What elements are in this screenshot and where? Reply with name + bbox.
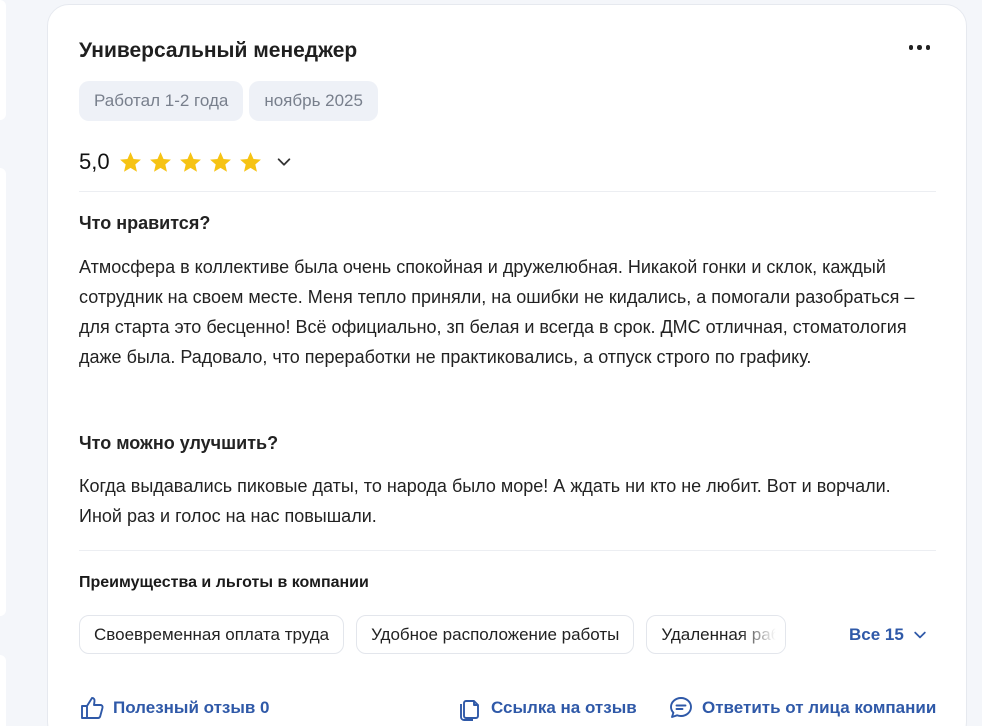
rating-value: 5,0 — [79, 149, 110, 174]
review-link-button[interactable]: Ссылка на отзыв — [457, 695, 637, 721]
benefits-list: Своевременная оплата труда Удобное распо… — [79, 615, 787, 654]
reply-as-company-button[interactable]: Ответить от лица компании — [668, 695, 936, 721]
review-title: Универсальный менеджер — [79, 39, 358, 62]
all-benefits-label: Все 15 — [849, 625, 904, 644]
copy-link-icon — [460, 700, 479, 721]
star-icon — [119, 151, 141, 172]
reply-label: Ответить от лица компании — [702, 698, 937, 717]
review-actions: Полезный отзыв 0 Ссылка на отзыв Ответит… — [79, 695, 939, 725]
rating-stars — [118, 150, 263, 175]
review-card: Универсальный менеджер Работал 1-2 года … — [47, 4, 967, 726]
chat-bubble-icon — [670, 697, 692, 718]
sidebar-edge-middle — [0, 168, 6, 616]
star-icon — [209, 151, 231, 172]
divider — [79, 550, 936, 551]
date-chip: ноябрь 2025 — [249, 81, 378, 121]
sidebar-edge-top — [0, 0, 6, 120]
helpful-button[interactable]: Полезный отзыв 0 — [79, 695, 270, 721]
review-link-label: Ссылка на отзыв — [491, 698, 637, 717]
star-icon — [149, 151, 171, 172]
review-meta-chips: Работал 1-2 года ноябрь 2025 — [79, 81, 378, 121]
benefit-chip[interactable]: Удаленная работа — [646, 615, 787, 654]
chevron-down-icon[interactable] — [275, 153, 293, 171]
helpful-label: Полезный отзыв 0 — [113, 698, 270, 717]
sidebar-edge-bottom — [0, 655, 6, 726]
all-benefits-button[interactable]: Все 15 — [849, 625, 928, 645]
benefit-chip[interactable]: Удобное расположение работы — [356, 615, 635, 654]
experience-chip: Работал 1-2 года — [79, 81, 244, 121]
likes-heading: Что нравится? — [79, 213, 211, 233]
improve-text: Когда выдавались пиковые даты, то народа… — [79, 476, 891, 526]
chevron-down-icon — [914, 631, 926, 639]
improve-heading: Что можно улучшить? — [79, 433, 279, 453]
star-icon — [239, 151, 261, 172]
benefits-heading: Преимущества и льготы в компании — [79, 574, 369, 591]
more-options-icon[interactable] — [908, 45, 930, 50]
divider — [79, 191, 936, 192]
star-icon — [179, 151, 201, 172]
likes-text: Атмосфера в коллективе была очень спокой… — [79, 257, 915, 367]
thumbs-up-icon — [81, 697, 104, 719]
benefit-chip[interactable]: Своевременная оплата труда — [79, 615, 345, 654]
rating-row: 5,0 — [79, 149, 293, 175]
